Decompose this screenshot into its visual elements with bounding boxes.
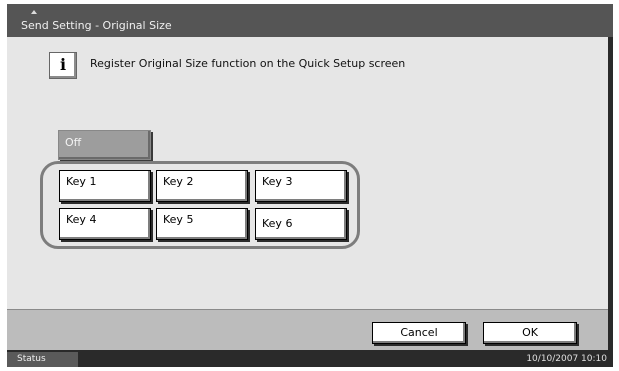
cancel-button-label: Cancel [400, 326, 438, 339]
key-4-label: Key 4 [66, 213, 97, 226]
status-bar: Status 10/10/2007 10:10 [7, 352, 613, 367]
status-button[interactable]: Status [7, 352, 78, 367]
ok-button[interactable]: OK [483, 322, 577, 344]
window-title: Send Setting - Original Size [21, 19, 172, 32]
key-3-label: Key 3 [262, 175, 293, 188]
key-1-button[interactable]: Key 1 [59, 170, 151, 202]
key-1-label: Key 1 [66, 175, 97, 188]
key-5-label: Key 5 [163, 213, 194, 226]
key-5-button[interactable]: Key 5 [156, 208, 248, 240]
key-3-button[interactable]: Key 3 [255, 170, 347, 202]
datetime: 10/10/2007 10:10 [526, 354, 607, 364]
off-button-label: Off [65, 136, 82, 149]
off-button[interactable]: Off [58, 130, 151, 160]
key-6-button[interactable]: Key 6 [255, 208, 347, 240]
key-2-label: Key 2 [163, 175, 194, 188]
key-4-button[interactable]: Key 4 [59, 208, 151, 240]
title-bar: Send Setting - Original Size [7, 4, 613, 37]
info-icon: i [49, 52, 77, 79]
info-message: Register Original Size function on the Q… [90, 57, 406, 70]
status-button-label: Status [17, 354, 46, 364]
key-6-label: Key 6 [262, 217, 293, 230]
cancel-button[interactable]: Cancel [372, 322, 466, 344]
info-glyph: i [59, 55, 67, 74]
key-2-button[interactable]: Key 2 [156, 170, 248, 202]
collapse-arrow-icon [31, 10, 37, 14]
ok-button-label: OK [522, 326, 538, 339]
